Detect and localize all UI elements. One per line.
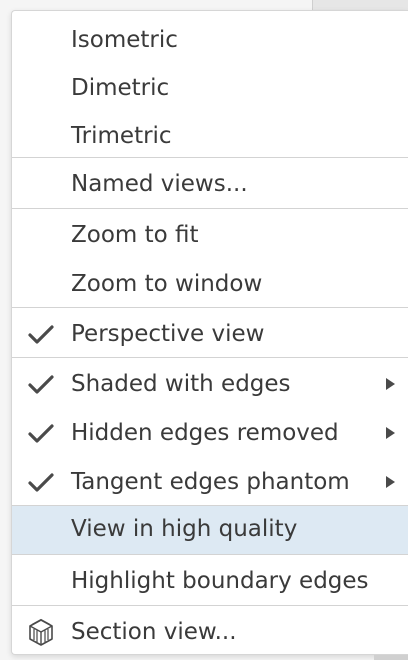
canvas-edge [374,655,408,660]
menu-divider [12,307,408,308]
menu-item-label: Dimetric [71,75,170,101]
menu-item-perspective-view[interactable]: Perspective view [12,313,408,357]
menu-item-label: View in high quality [71,516,298,542]
menu-item-highlight-boundary-edges[interactable]: Highlight boundary edges [12,560,408,604]
menu-divider [12,605,408,606]
view-options-menu: Isometric Dimetric Trimetric Named views… [11,10,408,655]
menu-item-label: Named views... [71,171,248,197]
menu-divider [12,357,408,358]
menu-divider [12,208,408,209]
menu-item-label: Zoom to fit [71,222,199,248]
menu-divider [12,157,408,158]
menu-item-trimetric[interactable]: Trimetric [12,115,408,159]
menu-item-label: Highlight boundary edges [71,568,369,594]
submenu-arrow-icon [386,476,395,488]
menu-item-label: Perspective view [71,321,265,347]
menu-item-label: Hidden edges removed [71,420,339,446]
menu-item-label: Zoom to window [71,271,263,297]
menu-item-tangent-edges-phantom[interactable]: Tangent edges phantom [12,461,408,505]
menu-divider [12,554,408,555]
submenu-arrow-icon [386,427,395,439]
section-view-icon [29,618,53,646]
toolbar-edge [312,0,408,10]
checkmark-icon [28,325,54,344]
menu-item-named-views[interactable]: Named views... [12,163,408,207]
menu-item-zoom-to-window[interactable]: Zoom to window [12,263,408,307]
checkmark-icon [28,473,54,492]
menu-item-label: Trimetric [71,123,172,149]
menu-item-hidden-edges-removed[interactable]: Hidden edges removed [12,412,408,456]
checkmark-icon [28,424,54,443]
menu-item-dimetric[interactable]: Dimetric [12,67,408,111]
menu-item-section-view[interactable]: Section view... [12,611,408,654]
menu-item-label: Section view... [71,619,237,645]
menu-item-shaded-with-edges[interactable]: Shaded with edges [12,363,408,407]
menu-item-zoom-to-fit[interactable]: Zoom to fit [12,214,408,258]
menu-item-isometric[interactable]: Isometric [12,19,408,63]
menu-item-label: Isometric [71,27,178,53]
menu-item-label: Tangent edges phantom [71,469,350,495]
menu-item-view-in-high-quality[interactable]: View in high quality [12,506,408,554]
submenu-arrow-icon [386,378,395,390]
menu-item-label: Shaded with edges [71,371,291,397]
checkmark-icon [28,375,54,394]
